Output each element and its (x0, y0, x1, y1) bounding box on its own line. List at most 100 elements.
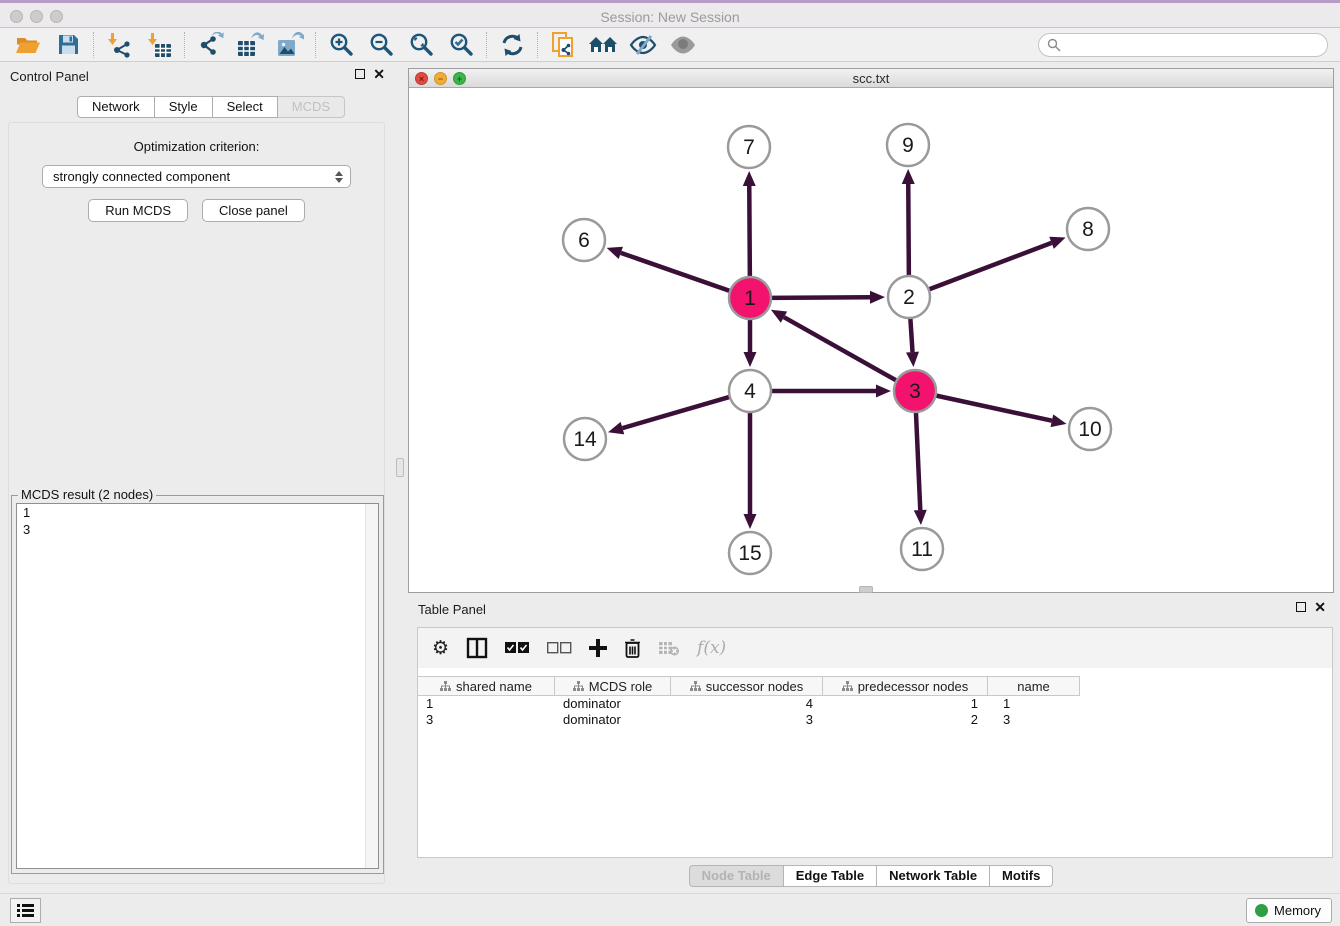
import-table-icon (146, 32, 172, 58)
graph-edge-3-10[interactable] (935, 395, 1067, 427)
graph-edge-2-8[interactable] (928, 237, 1066, 290)
network-resize-grip[interactable] (859, 586, 873, 593)
memory-button[interactable]: Memory (1246, 898, 1332, 923)
tab-style[interactable]: Style (155, 96, 213, 118)
table-header-row[interactable]: shared name MCDS role successor (418, 676, 1080, 696)
duplicate-network-button[interactable] (543, 29, 583, 61)
graph-edge-1-2[interactable] (770, 291, 885, 304)
tab-network-table[interactable]: Network Table (877, 865, 990, 887)
attribute-type-icon (440, 681, 451, 691)
mcds-result-list[interactable]: 13 (16, 503, 379, 869)
zoom-selected-icon (448, 32, 474, 58)
attribute-type-icon (842, 681, 853, 691)
table-panel: Table Panel ✕ ⚙ (408, 595, 1334, 888)
settings-gear-icon[interactable]: ⚙ (432, 638, 449, 658)
graph-node-11[interactable]: 11 (901, 528, 943, 570)
graph-edge-4-14[interactable] (608, 397, 731, 435)
graph-edge-1-6[interactable] (607, 247, 731, 292)
zoom-out-button[interactable] (361, 29, 401, 61)
table-tabs: Node Table Edge Table Network Table Moti… (408, 865, 1334, 887)
tab-mcds[interactable]: MCDS (278, 96, 345, 118)
import-table-button[interactable] (139, 29, 179, 61)
graph-edge-1-4[interactable] (744, 318, 757, 367)
graph-edge-2-9[interactable] (902, 169, 915, 277)
graph-node-9[interactable]: 9 (887, 124, 929, 166)
zoom-in-button[interactable] (321, 29, 361, 61)
mcds-result-title: MCDS result (2 nodes) (18, 487, 156, 502)
fit-content-button[interactable] (401, 29, 441, 61)
panel-splitter-handle[interactable] (396, 458, 404, 477)
mcds-tab-content: Optimization criterion: strongly connect… (8, 122, 385, 884)
first-neighbors-button[interactable] (583, 29, 623, 61)
add-column-icon[interactable] (589, 639, 607, 657)
tab-network[interactable]: Network (77, 96, 155, 118)
table-row[interactable]: 1 dominator 4 1 1 (418, 696, 1080, 712)
graph-edge-4-3[interactable] (770, 385, 891, 398)
float-table-panel-icon[interactable] (1296, 602, 1306, 612)
table-toolbar: ⚙ (418, 628, 1332, 668)
run-mcds-button[interactable]: Run MCDS (88, 199, 188, 222)
graph-edge-2-3[interactable] (906, 317, 919, 367)
float-panel-icon[interactable] (355, 69, 365, 79)
memory-status-icon (1255, 904, 1268, 917)
refresh-icon (500, 33, 525, 57)
attribute-type-icon (690, 681, 701, 691)
graph-node-10[interactable]: 10 (1069, 408, 1111, 450)
search-input[interactable] (1038, 33, 1328, 57)
optimization-criterion-select[interactable]: strongly connected component (42, 165, 351, 188)
graph-node-7[interactable]: 7 (728, 126, 770, 168)
column-header-mcds-role[interactable]: MCDS role (555, 677, 671, 695)
network-graph[interactable]: 1 2 3 4 6 7 8 9 10 11 14 15 (409, 88, 1333, 592)
graph-node-6[interactable]: 6 (563, 219, 605, 261)
column-header-successor-nodes[interactable]: successor nodes (671, 677, 823, 695)
graph-node-3[interactable]: 3 (894, 370, 936, 412)
save-session-button[interactable] (48, 29, 88, 61)
column-header-shared-name[interactable]: shared name (418, 677, 555, 695)
graph-node-1[interactable]: 1 (729, 277, 771, 319)
mcds-result-item: 1 (17, 504, 378, 521)
export-network-button[interactable] (190, 29, 230, 61)
graph-node-8[interactable]: 8 (1067, 208, 1109, 250)
open-session-button[interactable] (8, 29, 48, 61)
network-canvas[interactable]: 1 2 3 4 6 7 8 9 10 11 14 15 (409, 88, 1333, 592)
close-panel-button[interactable]: Close panel (202, 199, 305, 222)
select-stepper-icon (333, 169, 345, 185)
task-history-button[interactable] (10, 898, 41, 923)
zoom-selected-button[interactable] (441, 29, 481, 61)
refresh-button[interactable] (492, 29, 532, 61)
result-scrollbar[interactable] (365, 504, 378, 868)
tab-motifs[interactable]: Motifs (990, 865, 1053, 887)
export-image-button[interactable] (270, 29, 310, 61)
svg-text:3: 3 (909, 380, 921, 403)
close-table-panel-icon[interactable]: ✕ (1314, 602, 1326, 612)
tab-edge-table[interactable]: Edge Table (784, 865, 877, 887)
tab-node-table[interactable]: Node Table (689, 865, 784, 887)
graph-edge-3-11[interactable] (914, 411, 927, 525)
graph-node-15[interactable]: 15 (729, 532, 771, 574)
toolbar-separator (486, 32, 487, 58)
graph-node-2[interactable]: 2 (888, 276, 930, 318)
graph-edge-1-7[interactable] (743, 171, 756, 278)
delete-column-icon[interactable] (624, 638, 641, 658)
import-network-button[interactable] (99, 29, 139, 61)
delete-table-icon (658, 640, 680, 656)
select-all-checkboxes-icon[interactable] (505, 642, 530, 654)
zoom-out-icon (368, 32, 394, 58)
duplicate-network-icon (551, 31, 576, 58)
close-panel-icon[interactable]: ✕ (373, 69, 385, 79)
tab-select[interactable]: Select (213, 96, 278, 118)
export-table-button[interactable] (230, 29, 270, 61)
graph-edge-4-15[interactable] (744, 411, 757, 529)
network-window-titlebar[interactable]: × − + scc.txt (409, 69, 1333, 88)
table-row[interactable]: 3 dominator 3 2 3 (418, 712, 1080, 728)
graph-node-14[interactable]: 14 (564, 418, 606, 460)
graph-edge-3-1[interactable] (771, 310, 898, 381)
show-all-button[interactable] (663, 29, 703, 61)
hide-selected-button[interactable] (623, 29, 663, 61)
column-header-predecessor-nodes[interactable]: predecessor nodes (823, 677, 988, 695)
column-header-name[interactable]: name (988, 677, 1080, 695)
deselect-all-checkboxes-icon[interactable] (547, 642, 572, 654)
graph-node-4[interactable]: 4 (729, 370, 771, 412)
toggle-column-icon[interactable] (466, 637, 488, 659)
eye-slash-icon (629, 34, 657, 56)
